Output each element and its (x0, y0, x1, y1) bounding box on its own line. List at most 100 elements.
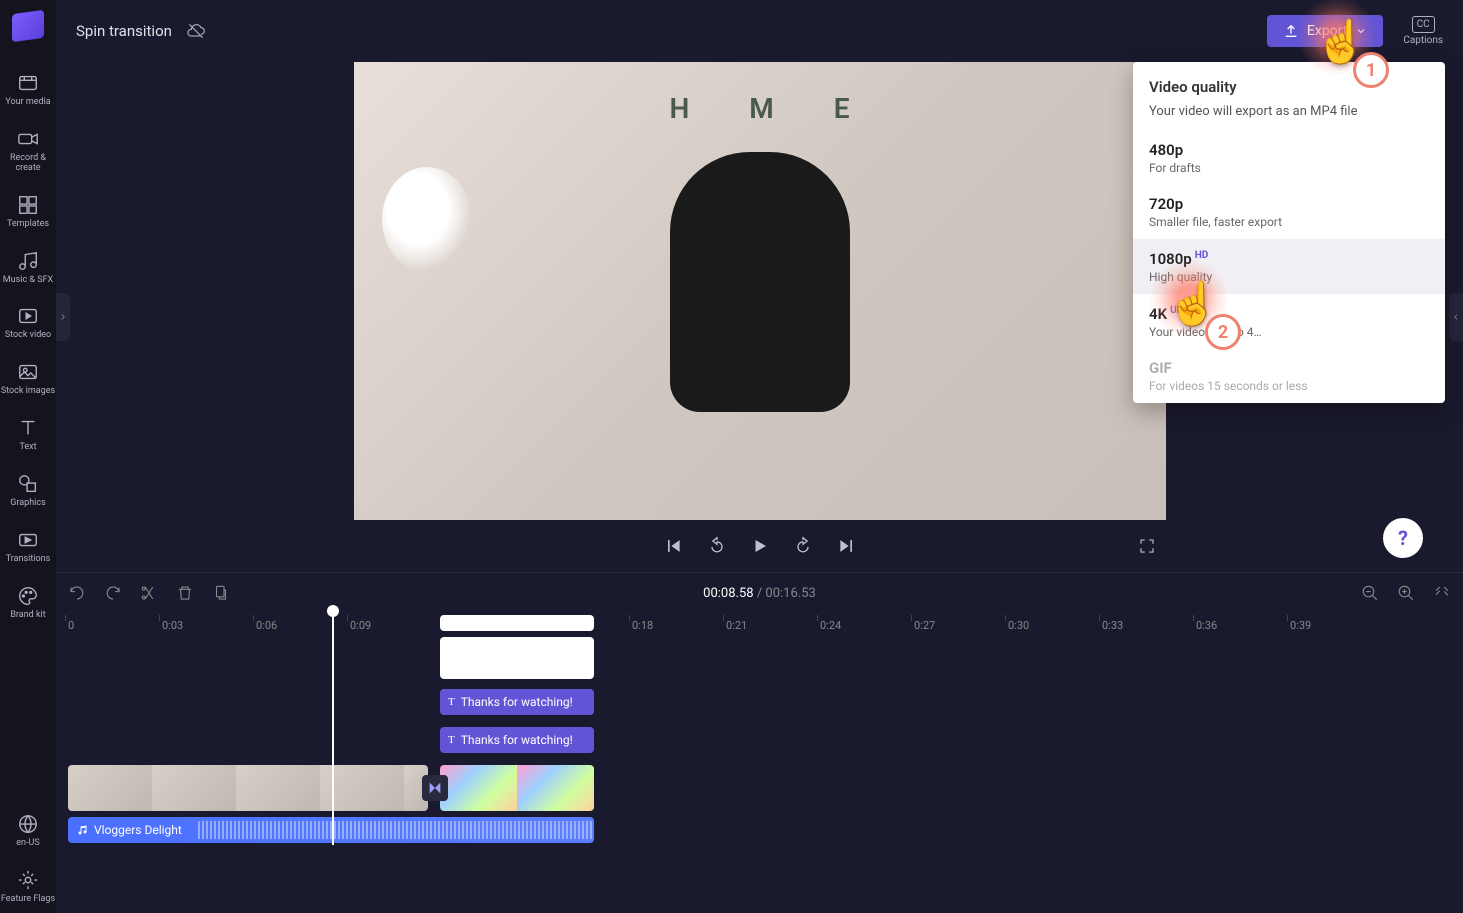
sidebar-graphics[interactable]: Graphics (0, 465, 56, 517)
zoom-in-icon[interactable] (1397, 584, 1415, 602)
sidebar-label: Music & SFX (3, 276, 53, 286)
rewind-icon[interactable] (707, 536, 727, 556)
track-audio[interactable]: Vloggers Delight (68, 817, 1463, 845)
captions-button[interactable]: CC Captions (1403, 16, 1443, 46)
export-button[interactable]: Export (1267, 15, 1383, 47)
text-clip-label: Thanks for watching! (461, 733, 573, 747)
preview-area: H M E Video quality Your video will expo… (56, 62, 1463, 572)
export-option-720p[interactable]: 720p Smaller file, faster export (1133, 185, 1445, 239)
popup-subtitle: Your video will export as an MP4 file (1133, 104, 1445, 131)
transition-marker[interactable] (422, 775, 448, 801)
split-icon[interactable] (140, 584, 158, 602)
chevron-down-icon (1355, 25, 1367, 37)
zoom-fit-icon[interactable] (1433, 584, 1451, 602)
sidebar-label: Templates (7, 220, 49, 230)
sidebar-text[interactable]: Text (0, 409, 56, 461)
timeline-time: 00:08.58 / 00:16.53 (703, 586, 816, 601)
undo-icon[interactable] (68, 584, 86, 602)
left-panel-expand[interactable] (56, 293, 70, 341)
timeline-ruler[interactable]: 0 0:03 0:06 0:09 0:12 0:15 0:18 0:21 0:2… (56, 613, 1463, 637)
sidebar-label: Graphics (10, 499, 45, 509)
right-panel-expand[interactable] (1449, 293, 1463, 341)
skip-end-icon[interactable] (837, 536, 857, 556)
clip-overlay[interactable] (440, 637, 594, 679)
sidebar-stock-video[interactable]: Stock video (0, 297, 56, 349)
playhead[interactable] (332, 613, 334, 845)
graphics-icon (17, 473, 39, 495)
project-title[interactable]: Spin transition (76, 22, 172, 40)
left-sidebar: Your media Record & create Templates Mus… (0, 0, 56, 913)
sidebar-label: Your media (5, 98, 50, 108)
audio-clip[interactable]: Vloggers Delight (68, 817, 594, 843)
stock-video-icon (17, 305, 39, 327)
video-clip-holo[interactable] (440, 765, 594, 811)
image-icon (17, 361, 39, 383)
sidebar-transitions[interactable]: Transitions (0, 521, 56, 573)
skip-start-icon[interactable] (663, 536, 683, 556)
settings-icon (17, 869, 39, 891)
play-icon[interactable] (751, 537, 769, 555)
captions-label: Captions (1403, 35, 1443, 46)
current-time: 00:08.58 (703, 586, 753, 601)
sidebar-label: Record & create (0, 154, 56, 174)
export-option-4k[interactable]: 4KUHD Your video has no 4… (1133, 294, 1445, 349)
export-option-1080p[interactable]: 1080pHD High quality (1133, 239, 1445, 294)
delete-icon[interactable] (176, 584, 194, 602)
export-option-480p[interactable]: 480p For drafts (1133, 131, 1445, 185)
chevron-left-icon (1451, 312, 1461, 322)
transition-icon (427, 780, 443, 796)
sidebar-record[interactable]: Record & create (0, 120, 56, 182)
export-option-gif[interactable]: GIF For videos 15 seconds or less (1133, 349, 1445, 403)
preview-decoration: H M E (354, 92, 1166, 125)
export-quality-popup: Video quality Your video will export as … (1133, 62, 1445, 403)
sidebar-feature-flags[interactable]: Feature Flags (0, 861, 56, 913)
redo-icon[interactable] (104, 584, 122, 602)
sidebar-templates[interactable]: Templates (0, 186, 56, 238)
track-text-1[interactable]: T Thanks for watching! (68, 689, 1463, 723)
music-icon (17, 250, 39, 272)
chevron-right-icon (58, 312, 68, 322)
sidebar-your-media[interactable]: Your media (0, 64, 56, 116)
track-text-2[interactable]: T Thanks for watching! (68, 727, 1463, 761)
clip-overlay-thin[interactable] (440, 615, 594, 631)
text-clip-1[interactable]: T Thanks for watching! (440, 689, 594, 715)
total-time: 00:16.53 (765, 586, 815, 601)
top-bar: Spin transition Export CC Captions (56, 0, 1463, 62)
forward-icon[interactable] (793, 536, 813, 556)
video-preview[interactable]: H M E (354, 62, 1166, 520)
sidebar-label: en-US (16, 839, 39, 849)
media-icon (17, 72, 39, 94)
audio-clip-label: Vloggers Delight (94, 823, 182, 837)
text-t-icon: T (448, 734, 455, 746)
track-overlay[interactable] (68, 637, 1463, 685)
export-label: Export (1307, 23, 1347, 39)
templates-icon (17, 194, 39, 216)
duplicate-icon[interactable] (212, 584, 230, 602)
sidebar-stock-images[interactable]: Stock images (0, 353, 56, 405)
cloud-sync-icon[interactable] (186, 21, 206, 41)
popup-heading: Video quality (1133, 62, 1445, 104)
text-clip-2[interactable]: T Thanks for watching! (440, 727, 594, 753)
sidebar-label: Feature Flags (1, 895, 55, 905)
sidebar-locale[interactable]: en-US (0, 805, 56, 857)
sidebar-label: Text (19, 443, 36, 453)
sidebar-music[interactable]: Music & SFX (0, 242, 56, 294)
help-button[interactable]: ? (1383, 518, 1423, 558)
timeline-toolbar: 00:08.58 / 00:16.53 (56, 573, 1463, 613)
sidebar-brand-kit[interactable]: Brand kit (0, 577, 56, 629)
upload-icon (1283, 23, 1299, 39)
timeline-panel: 00:08.58 / 00:16.53 0 0:03 0:06 0:09 0:1… (56, 572, 1463, 913)
fullscreen-icon[interactable] (1138, 537, 1156, 555)
cc-icon: CC (1412, 16, 1435, 33)
transitions-icon (17, 529, 39, 551)
music-note-icon (76, 824, 88, 836)
camera-icon (17, 128, 39, 150)
text-clip-label: Thanks for watching! (461, 695, 573, 709)
timeline-tracks: T Thanks for watching! T Thanks for watc… (56, 637, 1463, 845)
track-video[interactable] (68, 765, 1463, 813)
zoom-out-icon[interactable] (1361, 584, 1379, 602)
sidebar-label: Transitions (6, 555, 51, 565)
video-clip-main[interactable] (68, 765, 428, 811)
playback-controls (354, 520, 1166, 572)
globe-icon (17, 813, 39, 835)
